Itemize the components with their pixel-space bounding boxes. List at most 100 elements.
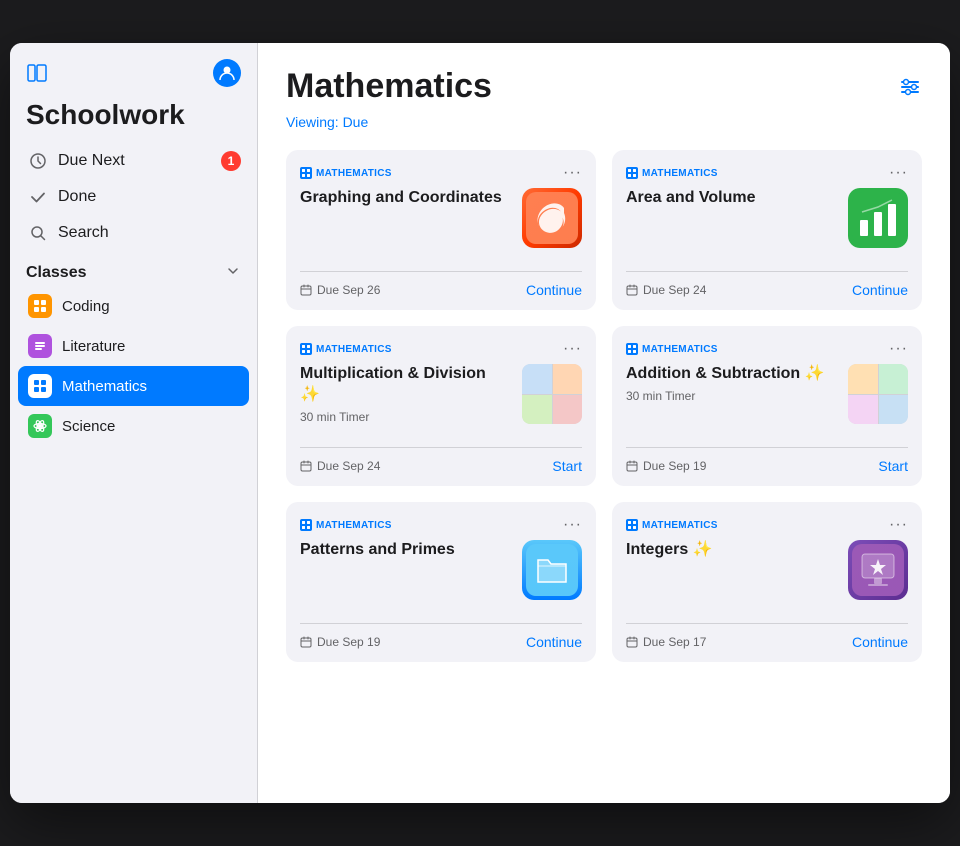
card-info: Addition & Subtraction ✨ 30 min Timer (626, 364, 836, 403)
card-info: Integers ✨ (626, 540, 836, 565)
card-subtitle: 30 min Timer (626, 389, 836, 403)
sidebar: Schoolwork Due Next 1 Done (10, 43, 258, 803)
card-title: Area and Volume (626, 188, 836, 209)
due-next-badge: 1 (221, 151, 241, 171)
card-info: Multiplication & Division ✨ 30 min Timer (300, 364, 510, 424)
cards-grid: MATHEMATICS ··· Graphing and Coordinates (286, 150, 922, 662)
card-header: MATHEMATICS ··· (626, 340, 908, 358)
search-icon (28, 223, 48, 243)
nav-item-due-next[interactable]: Due Next 1 (18, 143, 249, 179)
mathematics-subject-icon (300, 343, 312, 355)
card-info: Area and Volume (626, 188, 836, 213)
card-more-button[interactable]: ··· (889, 340, 908, 358)
card-more-button[interactable]: ··· (889, 516, 908, 534)
mathematics-icon (28, 374, 52, 398)
card-addition: MATHEMATICS ··· Addition & Subtraction ✨… (612, 326, 922, 486)
mathematics-subject-icon (626, 519, 638, 531)
sidebar-item-science[interactable]: Science (18, 406, 249, 446)
classes-title: Classes (26, 264, 87, 282)
done-label: Done (58, 188, 96, 206)
card-due: Due Sep 19 (626, 459, 706, 473)
card-due: Due Sep 24 (626, 283, 706, 297)
sidebar-toggle-icon[interactable] (26, 62, 48, 84)
card-thumbnail (522, 364, 582, 424)
card-patterns: MATHEMATICS ··· Patterns and Primes (286, 502, 596, 662)
card-header: MATHEMATICS ··· (626, 164, 908, 182)
sidebar-item-literature[interactable]: Literature (18, 326, 249, 366)
card-due: Due Sep 24 (300, 459, 380, 473)
card-due: Due Sep 26 (300, 283, 380, 297)
chevron-down-icon[interactable] (225, 263, 241, 282)
mathematics-subject-icon (626, 343, 638, 355)
check-icon (28, 187, 48, 207)
card-action[interactable]: Continue (852, 282, 908, 298)
filter-icon[interactable] (898, 75, 922, 105)
card-title: Multiplication & Division ✨ (300, 364, 510, 406)
nav-items: Due Next 1 Done Search (10, 143, 257, 251)
clock-icon (28, 151, 48, 171)
card-title: Graphing and Coordinates (300, 188, 510, 209)
card-info: Graphing and Coordinates (300, 188, 510, 213)
coding-label: Coding (62, 298, 110, 315)
card-subject: MATHEMATICS (300, 167, 392, 179)
card-body: Integers ✨ (626, 540, 908, 615)
nav-item-done[interactable]: Done (18, 179, 249, 215)
card-footer: Due Sep 19 Continue (300, 623, 582, 662)
due-next-label: Due Next (58, 152, 125, 170)
card-more-button[interactable]: ··· (563, 516, 582, 534)
card-header: MATHEMATICS ··· (626, 516, 908, 534)
card-more-button[interactable]: ··· (889, 164, 908, 182)
card-thumbnail (848, 540, 908, 600)
card-action[interactable]: Continue (526, 634, 582, 650)
card-thumbnail (522, 188, 582, 248)
mathematics-label: Mathematics (62, 378, 147, 395)
card-subject: MATHEMATICS (626, 343, 718, 355)
card-area: MATHEMATICS ··· Area and Volume (612, 150, 922, 310)
card-subject: MATHEMATICS (626, 519, 718, 531)
card-subject: MATHEMATICS (300, 343, 392, 355)
card-header: MATHEMATICS ··· (300, 340, 582, 358)
card-subject: MATHEMATICS (300, 519, 392, 531)
card-body: Addition & Subtraction ✨ 30 min Timer (626, 364, 908, 439)
sidebar-item-mathematics[interactable]: Mathematics (18, 366, 249, 406)
card-footer: Due Sep 24 Continue (626, 271, 908, 310)
coding-icon (28, 294, 52, 318)
mathematics-subject-icon (300, 519, 312, 531)
literature-label: Literature (62, 338, 125, 355)
card-body: Patterns and Primes (300, 540, 582, 615)
card-header: MATHEMATICS ··· (300, 164, 582, 182)
app-window: Schoolwork Due Next 1 Done (10, 43, 950, 803)
card-thumbnail (522, 540, 582, 600)
card-integers: MATHEMATICS ··· Integers ✨ (612, 502, 922, 662)
card-body: Multiplication & Division ✨ 30 min Timer (300, 364, 582, 439)
card-action[interactable]: Start (552, 458, 582, 474)
card-footer: Due Sep 26 Continue (300, 271, 582, 310)
card-action[interactable]: Start (878, 458, 908, 474)
card-title: Patterns and Primes (300, 540, 510, 561)
card-thumbnail (848, 364, 908, 424)
card-title: Integers ✨ (626, 540, 836, 561)
card-info: Patterns and Primes (300, 540, 510, 565)
mathematics-subject-icon (300, 167, 312, 179)
app-title: Schoolwork (10, 91, 257, 143)
avatar[interactable] (213, 59, 241, 87)
card-subtitle: 30 min Timer (300, 410, 510, 424)
card-action[interactable]: Continue (852, 634, 908, 650)
card-more-button[interactable]: ··· (563, 164, 582, 182)
sidebar-item-coding[interactable]: Coding (18, 286, 249, 326)
mathematics-subject-icon (626, 167, 638, 179)
classes-section-header: Classes (10, 251, 257, 286)
nav-item-search[interactable]: Search (18, 215, 249, 251)
sidebar-top (10, 59, 257, 91)
card-body: Graphing and Coordinates (300, 188, 582, 263)
card-action[interactable]: Continue (526, 282, 582, 298)
card-due: Due Sep 19 (300, 635, 380, 649)
card-header: MATHEMATICS ··· (300, 516, 582, 534)
viewing-label: Viewing: Due (286, 114, 922, 130)
card-more-button[interactable]: ··· (563, 340, 582, 358)
main-header: Mathematics (286, 67, 922, 106)
card-footer: Due Sep 17 Continue (626, 623, 908, 662)
card-body: Area and Volume (626, 188, 908, 263)
page-title: Mathematics (286, 67, 492, 106)
card-footer: Due Sep 19 Start (626, 447, 908, 486)
